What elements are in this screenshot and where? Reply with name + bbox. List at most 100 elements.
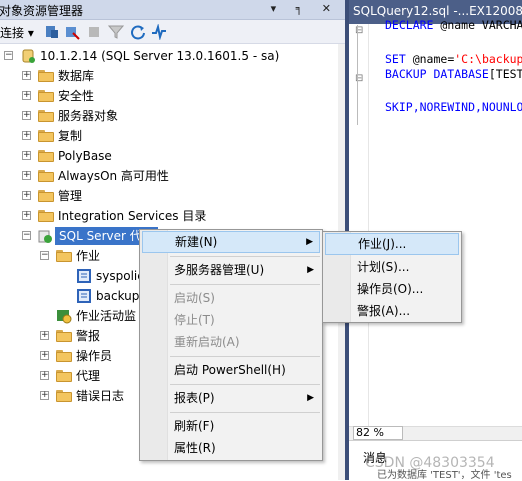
- tree-node-integration-services[interactable]: + Integration Services 目录: [0, 206, 300, 226]
- new-submenu: 作业(J)... 计划(S)... 操作员(O)... 警报(A)...: [322, 231, 462, 323]
- panel-window-controls[interactable]: ▾ ╕ ✕: [271, 2, 339, 15]
- outline-line: [357, 25, 358, 125]
- menu-item-new[interactable]: 新建(N) ▶: [142, 231, 320, 253]
- tree-node-server[interactable]: − 10.1.2.14 (SQL Server 13.0.1601.5 - sa…: [0, 46, 340, 66]
- activity-monitor-icon[interactable]: [151, 24, 167, 40]
- menu-item-refresh[interactable]: 刷新(F): [142, 415, 320, 437]
- expand-icon[interactable]: +: [40, 331, 49, 340]
- stop-icon[interactable]: [86, 24, 102, 40]
- folder-label: 复制: [58, 129, 83, 143]
- menu-item-start[interactable]: 启动(S): [142, 287, 320, 309]
- folder-icon: [38, 130, 54, 142]
- tree-node-job-syspolicy[interactable]: syspolic: [0, 266, 150, 286]
- code-keyword: BACKUP DATABASE: [385, 67, 489, 81]
- folder-icon: [56, 390, 72, 402]
- menu-item-label: 停止(T): [174, 313, 215, 327]
- menu-item-label: 属性(R): [174, 441, 216, 455]
- folder-icon: [38, 150, 54, 162]
- object-explorer-title: 对象资源管理器: [0, 4, 84, 18]
- job-icon: [77, 269, 91, 283]
- menu-item-powershell[interactable]: 启动 PowerShell(H): [142, 359, 320, 381]
- code-keyword: DECLARE: [385, 18, 434, 32]
- code-line-1[interactable]: DECLARE @name VARCHA: [385, 18, 522, 32]
- expand-icon[interactable]: +: [22, 151, 31, 160]
- job-monitor-label: 作业活动监: [76, 309, 137, 323]
- menu-separator: [170, 356, 320, 357]
- code-text: @name VARCHA: [433, 18, 522, 32]
- code-line-3[interactable]: BACKUP DATABASE[TEST: [385, 67, 522, 81]
- expand-icon[interactable]: +: [22, 191, 31, 200]
- menu-separator: [170, 412, 320, 413]
- menu-item-stop[interactable]: 停止(T): [142, 309, 320, 331]
- tree-node-alwayson[interactable]: + AlwaysOn 高可用性: [0, 166, 300, 186]
- tree-node-management[interactable]: + 管理: [0, 186, 300, 206]
- tree-node-sql-agent[interactable]: − SQL Server 代理: [0, 226, 158, 246]
- connect-button[interactable]: 连接 ▾: [0, 24, 34, 41]
- messages-pane: 消息 已为数据库 'TEST'，文件 'tes CSDN @48303354: [349, 440, 522, 481]
- code-line-2[interactable]: SET @name='C:\backup: [385, 52, 522, 66]
- job-label: syspolic: [96, 269, 144, 283]
- connect-object-icon[interactable]: [44, 24, 60, 40]
- folder-icon: [38, 210, 54, 222]
- menu-item-label: 重新启动(A): [174, 335, 240, 349]
- folder-icon: [38, 90, 54, 102]
- submenu-item-job[interactable]: 作业(J)...: [325, 233, 459, 255]
- expand-icon[interactable]: +: [40, 391, 49, 400]
- job-activity-monitor-icon: [57, 310, 72, 324]
- folder-icon: [38, 170, 54, 182]
- disconnect-icon[interactable]: [64, 24, 80, 40]
- submenu-item-operator[interactable]: 操作员(O)...: [325, 278, 459, 300]
- menu-item-label: 启动 PowerShell(H): [174, 363, 286, 377]
- tree-node-operators[interactable]: + 操作员: [0, 346, 150, 366]
- object-explorer-title-bar: 对象资源管理器 ▾ ╕ ✕: [0, 0, 345, 20]
- job-icon: [77, 289, 91, 303]
- expand-icon[interactable]: +: [22, 71, 31, 80]
- tree-node-proxies[interactable]: + 代理: [0, 366, 150, 386]
- tree-node-error-logs[interactable]: + 错误日志: [0, 386, 150, 406]
- menu-item-restart[interactable]: 重新启动(A): [142, 331, 320, 353]
- tree-node-jobs[interactable]: − 作业: [0, 246, 150, 266]
- tree-node-security[interactable]: + 安全性: [0, 86, 300, 106]
- menu-separator: [170, 384, 320, 385]
- tree-node-polybase[interactable]: + PolyBase: [0, 146, 300, 166]
- job-label: backup: [96, 289, 140, 303]
- agent-icon: [38, 230, 52, 243]
- code-string: 'C:\backup: [454, 52, 522, 66]
- menu-item-multi-server[interactable]: 多服务器管理(U) ▶: [142, 259, 320, 281]
- expand-icon[interactable]: +: [22, 91, 31, 100]
- folder-label: PolyBase: [58, 149, 112, 163]
- zoom-select[interactable]: 82 %: [353, 426, 403, 440]
- folder-icon: [56, 250, 72, 262]
- tree-node-databases[interactable]: + 数据库: [0, 66, 300, 86]
- submenu-item-alert[interactable]: 警报(A)...: [325, 300, 459, 322]
- menu-item-reports[interactable]: 报表(P) ▶: [142, 387, 320, 409]
- expand-icon[interactable]: +: [40, 371, 49, 380]
- tree-node-alerts[interactable]: + 警报: [0, 326, 150, 346]
- expand-icon[interactable]: +: [40, 351, 49, 360]
- tree-node-job-activity-monitor[interactable]: 作业活动监: [0, 306, 150, 326]
- expand-icon[interactable]: +: [22, 111, 31, 120]
- menu-item-label: 新建(N): [175, 235, 218, 249]
- code-line-4[interactable]: SKIP,NOREWIND,NOUNLO: [385, 100, 522, 114]
- expand-icon[interactable]: +: [22, 211, 31, 220]
- server-label: 10.1.2.14 (SQL Server 13.0.1601.5 - sa): [40, 49, 280, 63]
- collapse-icon[interactable]: −: [22, 231, 31, 240]
- tree-node-job-backup[interactable]: backup: [0, 286, 150, 306]
- expand-icon[interactable]: +: [22, 171, 31, 180]
- menu-item-label: 刷新(F): [174, 419, 215, 433]
- submenu-item-schedule[interactable]: 计划(S)...: [325, 256, 459, 278]
- refresh-icon[interactable]: [130, 24, 146, 40]
- menu-item-properties[interactable]: 属性(R): [142, 437, 320, 459]
- folder-label: 操作员: [76, 349, 113, 363]
- tree-node-replication[interactable]: + 复制: [0, 126, 300, 146]
- expand-icon[interactable]: +: [22, 131, 31, 140]
- collapse-icon[interactable]: −: [4, 51, 13, 60]
- tree-node-server-objects[interactable]: + 服务器对象: [0, 106, 300, 126]
- menu-item-label: 多服务器管理(U): [174, 263, 265, 277]
- folder-label: 错误日志: [76, 389, 125, 403]
- menu-separator: [170, 256, 320, 257]
- filter-icon[interactable]: [108, 24, 124, 40]
- collapse-icon[interactable]: −: [40, 251, 49, 260]
- folder-label: 安全性: [58, 89, 95, 103]
- menu-separator: [170, 284, 320, 285]
